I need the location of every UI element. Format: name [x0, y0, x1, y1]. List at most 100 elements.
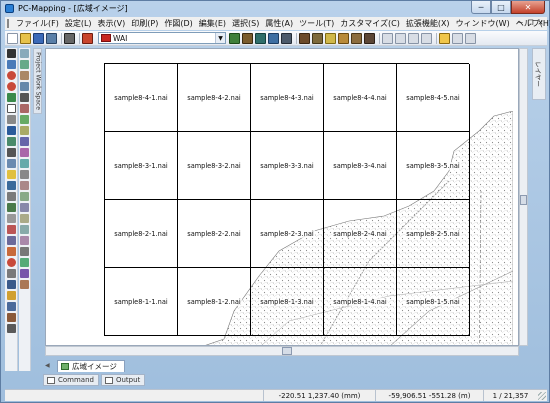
page-zoom-icon[interactable] — [421, 32, 432, 44]
tile-cell[interactable]: sample8-3-3.nai — [251, 132, 324, 200]
search-icon[interactable] — [6, 192, 16, 201]
tile-cell[interactable]: sample8-2-1.nai — [105, 200, 178, 268]
grid-icon[interactable] — [6, 159, 16, 168]
horizontal-scroll-thumb[interactable] — [282, 347, 292, 355]
symbol-icon[interactable] — [6, 236, 16, 245]
layer-manager-icon[interactable] — [229, 32, 240, 44]
map-canvas[interactable]: sample8-4-1.nai sample8-4-2.nai sample8-… — [45, 48, 519, 346]
menu-edit[interactable]: 編集(E) — [196, 18, 229, 29]
mdi-close-button[interactable]: ✕ — [536, 18, 545, 28]
notes-icon[interactable] — [439, 32, 450, 44]
resize-grip-icon[interactable] — [538, 391, 546, 400]
tile-cell[interactable]: sample8-2-4.nai — [324, 200, 397, 268]
layer-edit-icon[interactable] — [242, 32, 253, 44]
join-icon[interactable] — [20, 203, 29, 212]
mirror-icon[interactable] — [20, 159, 29, 168]
attribute-search-icon[interactable] — [325, 32, 336, 44]
page-setup-icon[interactable] — [395, 32, 406, 44]
image-icon[interactable] — [6, 126, 16, 135]
tab-output[interactable]: Output — [100, 374, 146, 386]
tile-cell[interactable]: sample8-1-2.nai — [178, 268, 251, 336]
fillet-icon[interactable] — [20, 225, 29, 234]
measure-icon[interactable] — [6, 115, 16, 124]
redo-icon[interactable] — [20, 280, 29, 289]
tile-window-icon[interactable] — [465, 32, 476, 44]
layer-group-icon[interactable] — [268, 32, 279, 44]
document-icon[interactable] — [7, 19, 9, 28]
move-icon[interactable] — [20, 115, 29, 124]
vertical-scrollbar[interactable] — [519, 48, 528, 346]
select-arrow-icon[interactable] — [6, 49, 16, 58]
zoom-window-icon[interactable] — [6, 93, 16, 102]
rectangle-icon[interactable] — [20, 82, 29, 91]
tab-document[interactable]: 広域イメージ — [57, 360, 125, 372]
mdi-restore-button[interactable]: ❐ — [526, 18, 535, 28]
menu-select[interactable]: 選択(S) — [229, 18, 262, 29]
menu-window[interactable]: ウィンドウ(W) — [453, 18, 513, 29]
polygon-icon[interactable] — [6, 170, 16, 179]
menu-view[interactable]: 表示(V) — [95, 18, 129, 29]
menu-extensions[interactable]: 拡張機能(X) — [403, 18, 453, 29]
copy-icon[interactable] — [20, 126, 29, 135]
mdi-minimize-button[interactable]: ─ — [516, 18, 525, 28]
new-file-icon[interactable] — [7, 32, 18, 44]
tile-cell[interactable]: sample8-1-4.nai — [324, 268, 397, 336]
menu-customize[interactable]: カスタマイズ(C) — [337, 18, 403, 29]
chevron-down-icon[interactable]: ▼ — [215, 33, 225, 43]
circle-icon[interactable] — [6, 258, 16, 267]
tab-command[interactable]: Command — [43, 374, 99, 386]
menu-tools[interactable]: ツール(T) — [296, 18, 337, 29]
point-icon[interactable] — [6, 214, 16, 223]
side-panel-tab[interactable]: レイヤー — [532, 48, 546, 100]
zoom-in-icon[interactable] — [6, 71, 16, 80]
refresh-icon[interactable] — [6, 181, 16, 190]
zoom-all-icon[interactable] — [6, 104, 16, 113]
list-icon[interactable] — [6, 324, 16, 333]
polyline-icon[interactable] — [20, 60, 29, 69]
offset-icon[interactable] — [20, 192, 29, 201]
attribute-list-icon[interactable] — [364, 32, 375, 44]
undo-icon[interactable] — [20, 269, 29, 278]
rotate-icon[interactable] — [20, 137, 29, 146]
minimize-button[interactable]: ─ — [471, 1, 491, 14]
vertical-scroll-thumb[interactable] — [520, 195, 527, 205]
save-all-icon[interactable] — [46, 32, 57, 44]
chamfer-icon[interactable] — [20, 236, 29, 245]
line-icon[interactable] — [20, 49, 29, 58]
split-icon[interactable] — [20, 214, 29, 223]
node-icon[interactable] — [6, 203, 16, 212]
title-bar[interactable]: PC-Mapping - [広域イメージ] ─ □ ✕ — [1, 1, 549, 16]
open-folder-icon[interactable] — [20, 32, 31, 44]
folder-icon[interactable] — [6, 291, 16, 300]
tab-scroll-arrow-icon[interactable]: ◀ — [45, 362, 50, 369]
attribute-link-icon[interactable] — [351, 32, 362, 44]
settings-icon[interactable] — [6, 313, 16, 322]
fill-icon[interactable] — [6, 247, 16, 256]
horizontal-scrollbar[interactable] — [45, 346, 519, 356]
export-icon[interactable] — [6, 302, 16, 311]
pan-icon[interactable] — [6, 60, 16, 69]
tile-cell[interactable]: sample8-4-4.nai — [324, 64, 397, 132]
attribute-table-icon[interactable] — [338, 32, 349, 44]
menu-draw[interactable]: 作図(D) — [161, 18, 195, 29]
layer-select[interactable]: WAI ▼ — [98, 32, 226, 44]
snap-icon[interactable] — [20, 258, 29, 267]
menu-attribute[interactable]: 属性(A) — [262, 18, 296, 29]
tile-cell[interactable]: sample8-3-2.nai — [178, 132, 251, 200]
project-workspace-tab[interactable]: Project Work Space — [33, 48, 42, 114]
text-icon[interactable] — [20, 93, 29, 102]
tile-cell[interactable]: sample8-4-2.nai — [178, 64, 251, 132]
layer-icon[interactable] — [82, 32, 93, 44]
layer-tool-icon[interactable] — [6, 148, 16, 157]
erase-icon[interactable] — [20, 104, 29, 113]
print-icon[interactable] — [64, 32, 75, 44]
maximize-button[interactable]: □ — [491, 1, 511, 14]
close-button[interactable]: ✕ — [511, 1, 545, 14]
tile-cell[interactable]: sample8-4-3.nai — [251, 64, 324, 132]
window-icon[interactable] — [452, 32, 463, 44]
map-icon[interactable] — [6, 137, 16, 146]
table-icon[interactable] — [6, 280, 16, 289]
tile-cell[interactable]: sample8-3-4.nai — [324, 132, 397, 200]
page-view-icon[interactable] — [408, 32, 419, 44]
tile-cell[interactable]: sample8-1-5.nai — [397, 268, 470, 336]
